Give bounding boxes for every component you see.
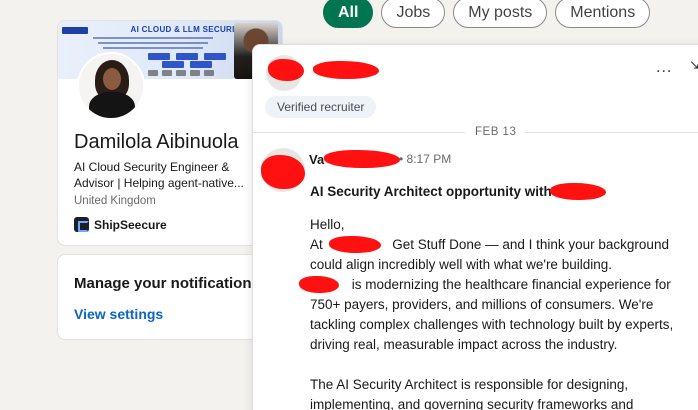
- banner-line: [103, 47, 203, 49]
- date-divider: FEB 13: [253, 124, 698, 142]
- filter-jobs[interactable]: Jobs: [381, 0, 446, 28]
- filter-all[interactable]: All: [323, 0, 374, 28]
- redacted-company-body-2: [299, 276, 339, 293]
- banner-chip: [176, 53, 198, 60]
- avatar-body: [89, 92, 135, 118]
- banner-line: [93, 37, 213, 39]
- filter-my-posts[interactable]: My posts: [453, 0, 548, 28]
- message-greeting: Hello,: [310, 217, 345, 232]
- filter-pills: All Jobs My posts Mentions: [323, 0, 651, 28]
- message-at: At: [310, 237, 323, 252]
- sender-name[interactable]: Va: [309, 152, 324, 167]
- redacted-avatar: [268, 59, 304, 81]
- banner-logo: [176, 70, 186, 76]
- divider-line: [525, 132, 698, 133]
- message-paragraph-2: is modernizing the healthcare financial …: [310, 275, 690, 355]
- company-name: ShipSeecure: [94, 217, 167, 232]
- banner-logo: [148, 70, 158, 76]
- banner-chip: [148, 53, 170, 60]
- divider-line: [253, 132, 465, 133]
- verified-recruiter-badge: Verified recruiter: [265, 96, 377, 118]
- more-options-button[interactable]: ...: [656, 59, 672, 77]
- avatar[interactable]: [77, 52, 145, 120]
- filter-mentions[interactable]: Mentions: [555, 0, 651, 28]
- notification-settings-title: Manage your notifications: [74, 275, 260, 292]
- expand-icon[interactable]: ↘: [689, 57, 698, 73]
- view-settings-link[interactable]: View settings: [74, 306, 163, 322]
- banner-logo: [204, 70, 214, 76]
- message-subject: AI Security Architect opportunity with: [310, 184, 552, 199]
- redacted-company-subject: [550, 183, 606, 200]
- message-paragraph-3: The AI Security Architect is responsible…: [310, 377, 634, 410]
- sender-line: Va • 8:17 PM: [309, 152, 451, 167]
- avatar-face: [103, 68, 121, 90]
- banner-line: [98, 42, 208, 44]
- message-para2: is modernizing the healthcare financial …: [310, 277, 674, 352]
- banner-logo: [162, 70, 172, 76]
- redacted-sender-name: [324, 150, 400, 168]
- company-logo-icon: [74, 217, 89, 232]
- banner-tag: [62, 27, 88, 34]
- banner-chip: [204, 53, 226, 60]
- redacted-recruiter-name: [313, 61, 379, 79]
- notification-settings-card: Manage your notifications View settings: [57, 254, 283, 340]
- message-time: • 8:17 PM: [399, 152, 452, 166]
- banner-chip: [162, 61, 184, 68]
- banner-chip: [190, 61, 212, 68]
- date-label: FEB 13: [475, 126, 517, 138]
- banner-title: AI CLOUD & LLM SECURITY: [130, 25, 246, 34]
- profile-headline: AI Cloud Security Engineer & Advisor | H…: [74, 160, 244, 190]
- message-panel: ... ↘ Verified recruiter FEB 13 Va • 8:1…: [252, 44, 698, 410]
- profile-card[interactable]: AI CLOUD & LLM SECURITY Damilola Aibinuo…: [57, 20, 283, 246]
- profile-name[interactable]: Damilola Aibinuola: [74, 131, 239, 154]
- company-link[interactable]: ShipSeecure: [74, 217, 167, 232]
- redacted-company-body-1: [329, 236, 381, 253]
- banner-logo: [190, 70, 200, 76]
- profile-location: United Kingdom: [74, 195, 156, 207]
- redacted-sender-avatar: [261, 155, 305, 189]
